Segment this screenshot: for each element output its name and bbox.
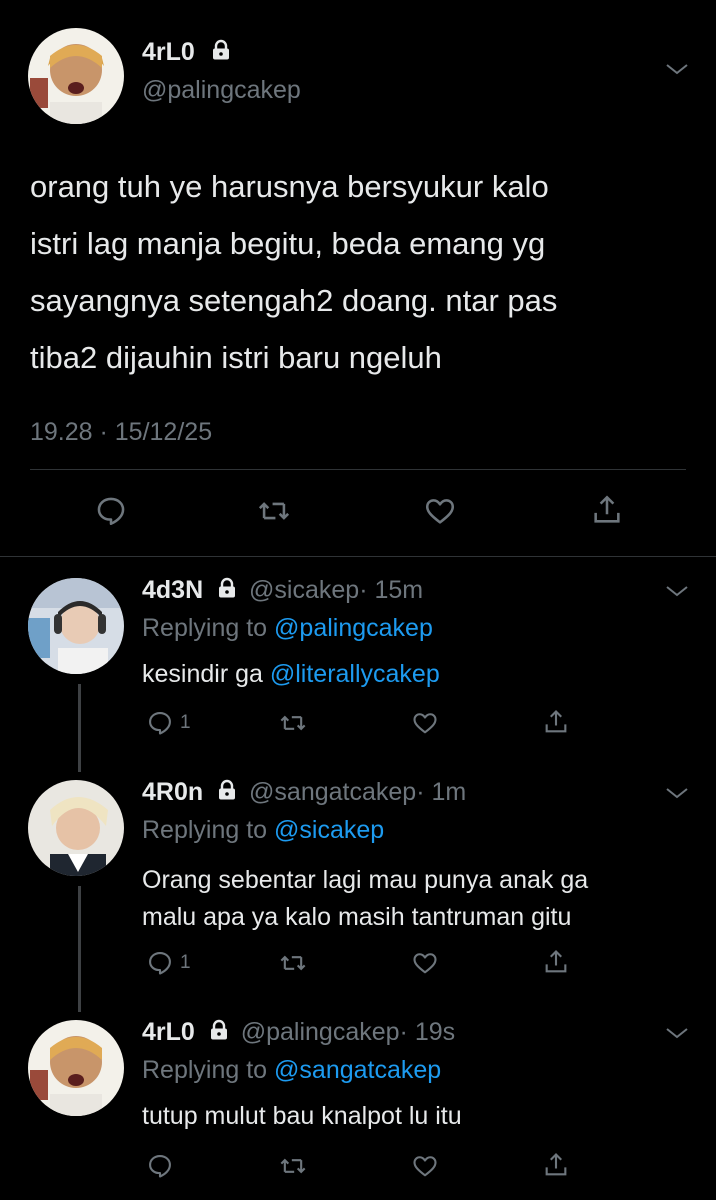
replying-to: Replying to @sangatcakep [142,1056,441,1085]
reply-header: 4d3N @sicakep· 15m [142,576,423,606]
retweet-icon[interactable] [278,1152,308,1180]
reply-icon[interactable] [94,494,128,528]
author-name[interactable]: 4rL0 [142,38,232,68]
reply-header: 4rL0 @palingcakep· 19s [142,1018,455,1048]
replying-to: Replying to @palingcakep [142,614,433,643]
tweet-text-line: sayangnya setengah2 doang. ntar pas [30,283,558,318]
share-icon[interactable] [542,707,570,737]
replying-to-label: Replying to [142,816,268,844]
lock-icon [216,779,238,808]
lock-icon [208,1019,230,1048]
reply-icon[interactable]: 1 [146,949,191,977]
tweet-text-line: orang tuh ye harusnya bersyukur kalo [30,169,549,204]
thread-line [78,886,81,1012]
reply-text-line: tutup mulut bau knalpot lu itu [142,1102,462,1130]
chevron-down-icon[interactable] [664,784,690,807]
reply-count: 1 [180,952,191,973]
tweet-timestamp[interactable]: 19.28 · 15/12/25 [30,418,212,447]
chevron-down-icon[interactable] [664,582,690,605]
reply-icon[interactable]: 1 [146,709,191,737]
share-icon[interactable] [542,1150,570,1180]
tweet-text: orang tuh ye harusnya bersyukur kalo ist… [30,158,557,386]
reply-author-handle[interactable]: @palingcakep [241,1018,400,1046]
reply-time: · 19s [399,1018,456,1046]
tweet-text-line: istri lag manja begitu, beda emang yg [30,226,546,261]
like-icon[interactable] [410,1152,440,1180]
author-name-text[interactable]: 4rL0 [142,38,195,66]
reply-author-handle[interactable]: @sicakep [249,576,359,604]
reply-icon[interactable] [146,1152,174,1180]
reply-header: 4R0n @sangatcakep· 1m [142,778,466,808]
avatar[interactable] [28,578,124,674]
like-icon[interactable] [422,494,458,528]
reply-author-handle[interactable]: @sangatcakep [249,778,416,806]
divider [0,556,716,557]
share-icon[interactable] [542,947,570,977]
reply-count: 1 [180,712,191,733]
avatar[interactable] [28,28,124,124]
lock-icon [216,577,238,606]
replying-to: Replying to @sicakep [142,816,384,845]
reply-author-name[interactable]: 4R0n [142,778,203,806]
reply-time: · 15m [359,576,424,604]
thread-line [78,684,81,772]
share-icon[interactable] [590,492,624,528]
replying-to-label: Replying to [142,1056,268,1084]
tweet-text-line: tiba2 dijauhin istri baru ngeluh [30,340,442,375]
reply-text: Orang sebentar lagi mau punya anak ga ma… [142,862,588,936]
reply-text-line: Orang sebentar lagi mau punya anak ga [142,866,589,894]
retweet-icon[interactable] [278,949,308,977]
chevron-down-icon[interactable] [664,60,690,83]
lock-icon [210,39,232,68]
divider [30,469,686,470]
replying-to-handle[interactable]: @sicakep [274,816,384,844]
reply-time: · 1m [416,778,467,806]
replying-to-label: Replying to [142,614,268,642]
reply-text: kesindir ga @literallycakep [142,660,440,689]
like-icon[interactable] [410,949,440,977]
reply-text-line: malu apa ya kalo masih tantruman gitu [142,903,572,931]
chevron-down-icon[interactable] [664,1024,690,1047]
retweet-icon[interactable] [278,709,308,737]
reply-text: tutup mulut bau knalpot lu itu [142,1102,462,1131]
mention-link[interactable]: @literallycakep [270,660,440,688]
retweet-icon[interactable] [256,494,292,528]
replying-to-handle[interactable]: @palingcakep [274,614,433,642]
like-icon[interactable] [410,709,440,737]
replying-to-handle[interactable]: @sangatcakep [274,1056,441,1084]
avatar[interactable] [28,1020,124,1116]
reply-author-name[interactable]: 4d3N [142,576,203,604]
author-handle[interactable]: @palingcakep [142,76,301,105]
reply-text-content: kesindir ga [142,660,270,688]
avatar[interactable] [28,780,124,876]
reply-author-name[interactable]: 4rL0 [142,1018,195,1046]
